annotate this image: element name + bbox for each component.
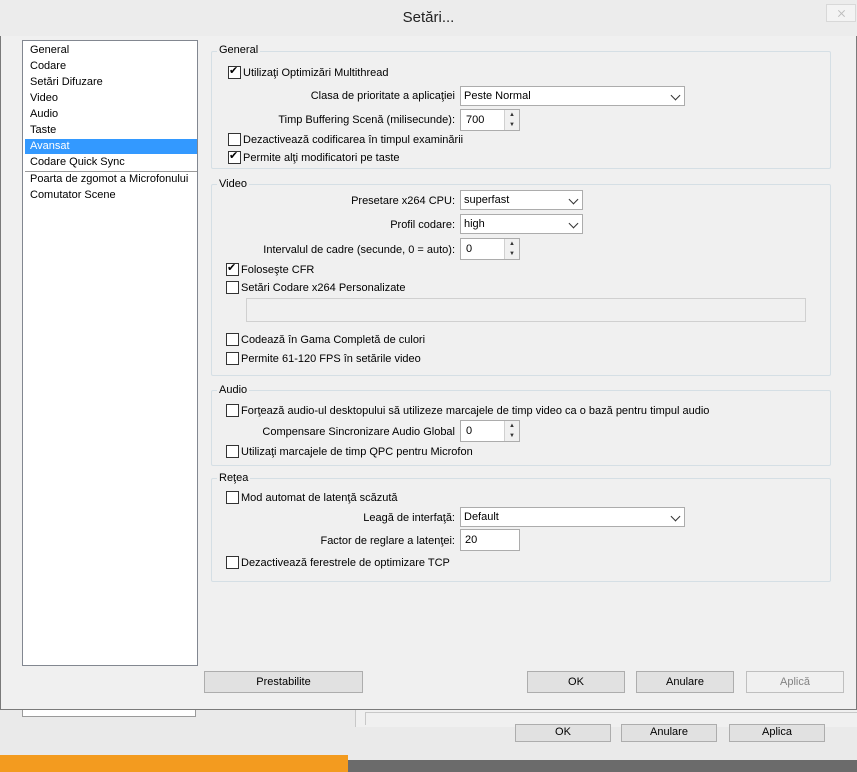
profile-label: Profil codare:: [390, 219, 455, 231]
keyframe-value: 0: [466, 243, 473, 255]
spin-up-icon[interactable]: ▲: [504, 421, 519, 431]
fullrange-label: Codează în Gama Completă de culori: [241, 334, 426, 346]
general-group-title: General: [217, 44, 261, 57]
audio-sync-value: 0: [466, 425, 473, 437]
custom-x264-label: Setări Codare x264 Personalizate: [241, 282, 406, 294]
qpc-label: Utilizaţi marcajele de timp QPC pentru M…: [241, 446, 473, 458]
close-icon[interactable]: [826, 4, 856, 22]
priority-select[interactable]: Peste Normal: [460, 86, 685, 106]
spin-up-icon[interactable]: ▲: [504, 110, 519, 120]
bind-interface-label: Leagă de interfaţă:: [363, 512, 455, 524]
background-ok-button[interactable]: OK: [515, 724, 611, 742]
sidebar-item-video[interactable]: Video: [25, 91, 197, 106]
sidebar-item-general[interactable]: General: [25, 43, 197, 58]
spin-up-icon[interactable]: ▲: [504, 239, 519, 249]
video-group-title: Video: [217, 178, 249, 191]
video-group: [211, 184, 831, 376]
audio-sync-spinner[interactable]: 0 ▲ ▼: [460, 420, 520, 442]
chevron-down-icon: [568, 194, 579, 205]
tcp-label: Dezactivează ferestrele de optimizare TC…: [241, 557, 450, 569]
background-cancel-button[interactable]: Anulare: [621, 724, 717, 742]
bind-interface-value: Default: [464, 511, 499, 523]
background-taskbar-accent: [0, 755, 348, 772]
network-group-title: Reţea: [217, 472, 251, 485]
buffering-spinner[interactable]: 700 ▲ ▼: [460, 109, 520, 131]
disable-preview-checkbox[interactable]: [228, 133, 241, 146]
qpc-checkbox[interactable]: [226, 445, 239, 458]
profile-value: high: [464, 218, 485, 230]
priority-value: Peste Normal: [464, 90, 531, 102]
sidebar-item-poarta-zgomot[interactable]: Poarta de zgomot a Microfonului: [25, 172, 197, 187]
force-audio-label: Forţează audio-ul desktopului să utilize…: [241, 405, 710, 417]
window-title: Setări...: [0, 0, 857, 36]
settings-sidebar: General Codare Setări Difuzare Video Aud…: [22, 40, 198, 666]
custom-x264-input[interactable]: [246, 298, 806, 322]
audio-group-title: Audio: [217, 384, 250, 397]
profile-select[interactable]: high: [460, 214, 583, 234]
sidebar-item-codare-quick-sync[interactable]: Codare Quick Sync: [25, 155, 197, 170]
cancel-button[interactable]: Anulare: [636, 671, 734, 693]
tcp-checkbox[interactable]: [226, 556, 239, 569]
audio-sync-label: Compensare Sincronizare Audio Global: [262, 426, 455, 438]
low-latency-checkbox[interactable]: [226, 491, 239, 504]
allow-modifiers-checkbox[interactable]: [228, 150, 241, 164]
sidebar-item-codare[interactable]: Codare: [25, 59, 197, 74]
sidebar-item-setari-difuzare[interactable]: Setări Difuzare: [25, 75, 197, 90]
allow-modifiers-label: Permite alţi modificatori pe taste: [243, 152, 400, 164]
sidebar-item-audio[interactable]: Audio: [25, 107, 197, 122]
sidebar-item-avansat[interactable]: Avansat: [25, 139, 197, 154]
ok-button[interactable]: OK: [527, 671, 625, 693]
background-apply-button[interactable]: Aplica: [729, 724, 825, 742]
chevron-down-icon: [670, 511, 681, 522]
highfps-label: Permite 61-120 FPS în setările video: [241, 353, 421, 365]
preset-value: superfast: [464, 194, 510, 206]
preset-label: Presetare x264 CPU:: [351, 195, 455, 207]
preset-select[interactable]: superfast: [460, 190, 583, 210]
keyframe-label: Intervalul de cadre (secunde, 0 = auto):: [263, 244, 455, 256]
keyframe-spinner[interactable]: 0 ▲ ▼: [460, 238, 520, 260]
priority-label: Clasa de prioritate a aplicaţiei: [310, 90, 455, 102]
cfr-checkbox[interactable]: [226, 262, 239, 276]
background-taskbar: [348, 760, 857, 772]
disable-preview-label: Dezactivează codificarea în timpul exami…: [243, 134, 464, 146]
latency-factor-input[interactable]: 20: [460, 529, 520, 551]
low-latency-label: Mod automat de latenţă scăzută: [241, 492, 398, 504]
sidebar-item-taste[interactable]: Taste: [25, 123, 197, 138]
force-audio-checkbox[interactable]: [226, 404, 239, 417]
spin-down-icon[interactable]: ▼: [504, 431, 519, 441]
spin-down-icon[interactable]: ▼: [504, 120, 519, 130]
chevron-down-icon: [568, 218, 579, 229]
chevron-down-icon: [670, 90, 681, 101]
custom-x264-checkbox[interactable]: [226, 281, 239, 294]
defaults-button[interactable]: Prestabilite: [204, 671, 363, 693]
multithread-checkbox[interactable]: [228, 65, 241, 79]
multithread-label: Utilizaţi Optimizări Multithread: [243, 67, 389, 79]
cfr-label: Foloseşte CFR: [241, 264, 315, 276]
spin-down-icon[interactable]: ▼: [504, 249, 519, 259]
bind-interface-select[interactable]: Default: [460, 507, 685, 527]
apply-button[interactable]: Aplică: [746, 671, 844, 693]
fullrange-checkbox[interactable]: [226, 333, 239, 346]
buffering-value: 700: [466, 114, 485, 126]
highfps-checkbox[interactable]: [226, 352, 239, 365]
buffering-label: Timp Buffering Scenă (milisecunde):: [278, 114, 455, 126]
latency-factor-label: Factor de reglare a latenţei:: [320, 535, 455, 547]
sidebar-item-comutator-scene[interactable]: Comutator Scene: [25, 188, 197, 203]
